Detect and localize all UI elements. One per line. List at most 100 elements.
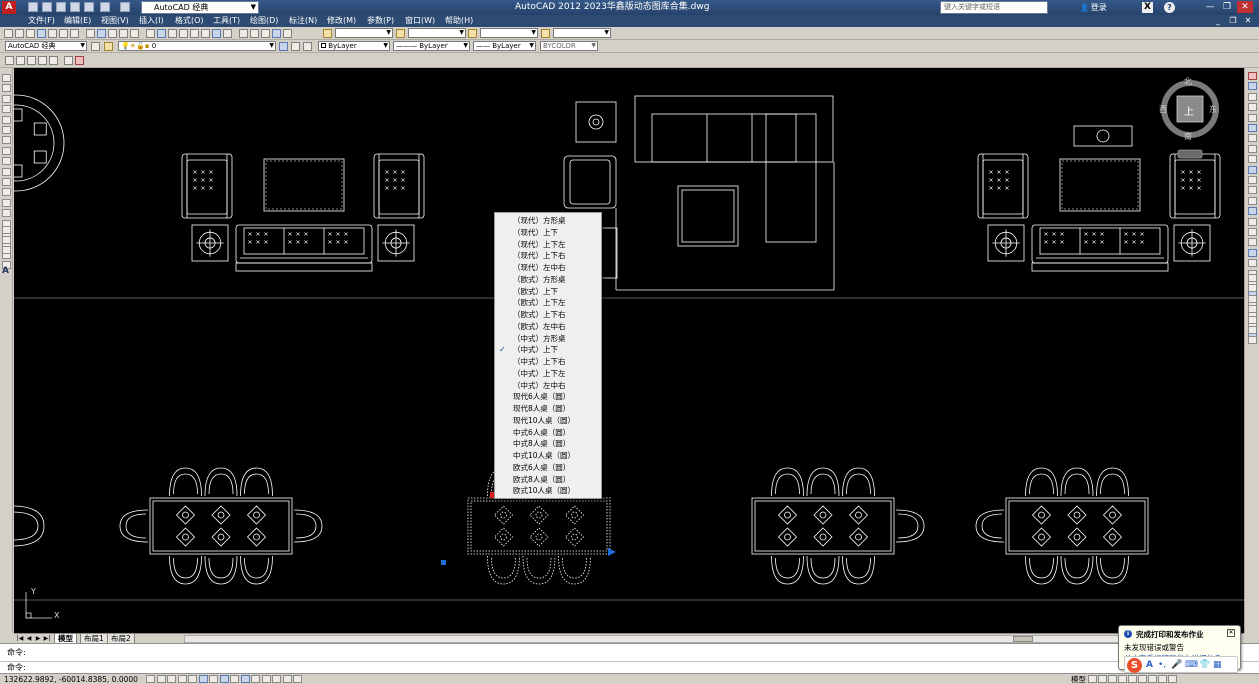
- maximize-icon[interactable]: ❐: [1219, 1, 1235, 13]
- exchange-apps-icon[interactable]: X: [1142, 2, 1153, 13]
- copy-obj-icon[interactable]: [1248, 82, 1257, 91]
- visibility-option-17[interactable]: 现代10人桌（圆）: [495, 415, 601, 427]
- join-icon[interactable]: [1248, 207, 1257, 216]
- zoom-realtime-icon[interactable]: [179, 29, 188, 38]
- chamfer-icon[interactable]: [1248, 217, 1257, 226]
- isolate-icon[interactable]: [1158, 675, 1167, 683]
- explode-icon[interactable]: [1248, 248, 1257, 257]
- dimension-extra-icon[interactable]: [1248, 305, 1257, 314]
- zoom-window-icon[interactable]: [190, 29, 199, 38]
- hardware-accel-icon[interactable]: [1148, 675, 1157, 683]
- save-icon[interactable]: [26, 29, 35, 38]
- open-icon[interactable]: [15, 29, 24, 38]
- render-icon[interactable]: [75, 56, 84, 65]
- visibility-option-23[interactable]: 欧式10人桌（圆）: [495, 485, 601, 497]
- mleaderstyle-combo[interactable]: ▼: [553, 28, 611, 38]
- layer-states-icon[interactable]: [303, 42, 312, 51]
- block-editor-icon[interactable]: [130, 29, 139, 38]
- horizontal-scrollbar[interactable]: [184, 635, 1239, 643]
- menu-dimension[interactable]: 标注(N): [289, 15, 317, 27]
- new-file-icon[interactable]: [28, 2, 38, 12]
- visibility-option-9[interactable]: （欧式）左中右: [495, 321, 601, 333]
- ducs-toggle-icon[interactable]: [230, 675, 239, 683]
- annotation-visibility-icon[interactable]: [1118, 675, 1127, 683]
- am-toggle-icon[interactable]: [293, 675, 302, 683]
- menu-modify[interactable]: 修改(M): [327, 15, 356, 27]
- toolbox-icon[interactable]: ▦: [1213, 660, 1222, 670]
- save-icon[interactable]: [56, 2, 66, 12]
- scrollbar-thumb[interactable]: [1013, 636, 1033, 642]
- layer-properties-icon[interactable]: [104, 42, 113, 51]
- viewcube-west[interactable]: 西: [1159, 104, 1167, 115]
- viewcube-east[interactable]: 东: [1209, 104, 1217, 115]
- break-at-point-icon[interactable]: [1248, 186, 1257, 195]
- visibility-option-16[interactable]: 现代8人桌（圆）: [495, 403, 601, 415]
- menu-help[interactable]: 帮助(H): [445, 15, 473, 27]
- redo-icon[interactable]: [120, 2, 130, 12]
- dimension-extra-icon[interactable]: [1248, 336, 1257, 345]
- undo-icon[interactable]: [146, 29, 155, 38]
- mleader-icon[interactable]: [541, 29, 550, 38]
- a-textstyle-icon[interactable]: [323, 29, 332, 38]
- viewcube-north[interactable]: 北: [1184, 76, 1192, 87]
- extend-icon[interactable]: [1248, 176, 1257, 184]
- qp-toggle-icon[interactable]: [272, 675, 281, 683]
- erase-icon[interactable]: [1248, 72, 1257, 80]
- quick-view-drawings-icon[interactable]: [1098, 675, 1107, 683]
- textstyle-combo[interactable]: ▼: [335, 28, 393, 38]
- trim-icon[interactable]: [1248, 165, 1257, 174]
- keyboard-icon[interactable]: ⌨: [1185, 660, 1198, 670]
- free-orbit-icon[interactable]: [16, 56, 25, 65]
- lineweight-combo[interactable]: —— ByLayer ▼: [473, 41, 536, 51]
- print-icon[interactable]: [84, 2, 94, 12]
- clean-screen-icon[interactable]: [1168, 675, 1177, 683]
- paste-icon[interactable]: [108, 29, 117, 38]
- dimension-extra-icon[interactable]: [1248, 274, 1257, 282]
- qnew-icon[interactable]: [4, 29, 13, 38]
- menu-tools[interactable]: 工具(T): [213, 15, 240, 27]
- revcloud-icon[interactable]: [2, 146, 11, 155]
- dyn-toggle-icon[interactable]: [240, 675, 250, 683]
- menu-insert[interactable]: 插入(I): [139, 15, 164, 27]
- help-icon[interactable]: ?: [1164, 2, 1175, 13]
- visibility-option-8[interactable]: （欧式）上下右: [495, 309, 601, 321]
- visibility-option-18[interactable]: 中式6人桌（圆）: [495, 427, 601, 439]
- ellipse-icon[interactable]: [2, 167, 11, 176]
- viewcube-top-face[interactable]: 上: [1184, 103, 1194, 118]
- visibility-option-0[interactable]: （现代）方形桌: [495, 215, 601, 227]
- menu-window[interactable]: 窗口(W): [405, 15, 435, 27]
- visibility-option-20[interactable]: 中式10人桌（圆）: [495, 450, 601, 462]
- command-input[interactable]: 命令:: [7, 663, 26, 673]
- menu-edit[interactable]: 编辑(E): [64, 15, 91, 27]
- sc-toggle-icon[interactable]: [282, 675, 292, 683]
- visibility-option-21[interactable]: 欧式6人桌（圆）: [495, 462, 601, 474]
- 3dosnap-toggle-icon[interactable]: [209, 675, 218, 683]
- help-icon[interactable]: [283, 29, 292, 38]
- close-icon[interactable]: ✕: [1237, 1, 1253, 13]
- tpy-toggle-icon[interactable]: [261, 675, 271, 683]
- osnap-toggle-icon[interactable]: [198, 675, 208, 683]
- tab-prev-icon[interactable]: ◀: [25, 635, 33, 643]
- draw-extra-icon[interactable]: [2, 246, 11, 254]
- preview-icon[interactable]: [48, 29, 57, 38]
- login-link[interactable]: 登录: [1080, 1, 1107, 15]
- workspace-combo[interactable]: AutoCAD 经典 ▼: [5, 41, 87, 51]
- minimize-icon[interactable]: —: [1202, 1, 1218, 13]
- dim-linear-icon[interactable]: [1248, 259, 1257, 268]
- model-space-toggle[interactable]: 模型: [1071, 674, 1086, 684]
- circle-icon[interactable]: [2, 136, 11, 145]
- ime-chinese-mode-icon[interactable]: A: [1146, 660, 1153, 670]
- polyline-icon[interactable]: [2, 94, 11, 103]
- tablestyle-combo[interactable]: ▼: [480, 28, 538, 38]
- zoom-previous-icon[interactable]: [201, 29, 210, 38]
- plotstyle-combo[interactable]: BYCOLOR ▼: [540, 41, 598, 51]
- visibility-option-13[interactable]: （中式）上下左: [495, 368, 601, 380]
- point-icon[interactable]: [2, 209, 11, 218]
- autocad-logo-icon[interactable]: A: [2, 1, 16, 14]
- tab-next-icon[interactable]: ▶: [34, 635, 42, 643]
- continuous-orbit-icon[interactable]: [27, 56, 36, 65]
- grid-toggle-icon[interactable]: [167, 675, 176, 683]
- visibility-option-6[interactable]: （欧式）上下: [495, 286, 601, 298]
- camera-icon[interactable]: [64, 56, 73, 65]
- menu-format[interactable]: 格式(O): [175, 15, 204, 27]
